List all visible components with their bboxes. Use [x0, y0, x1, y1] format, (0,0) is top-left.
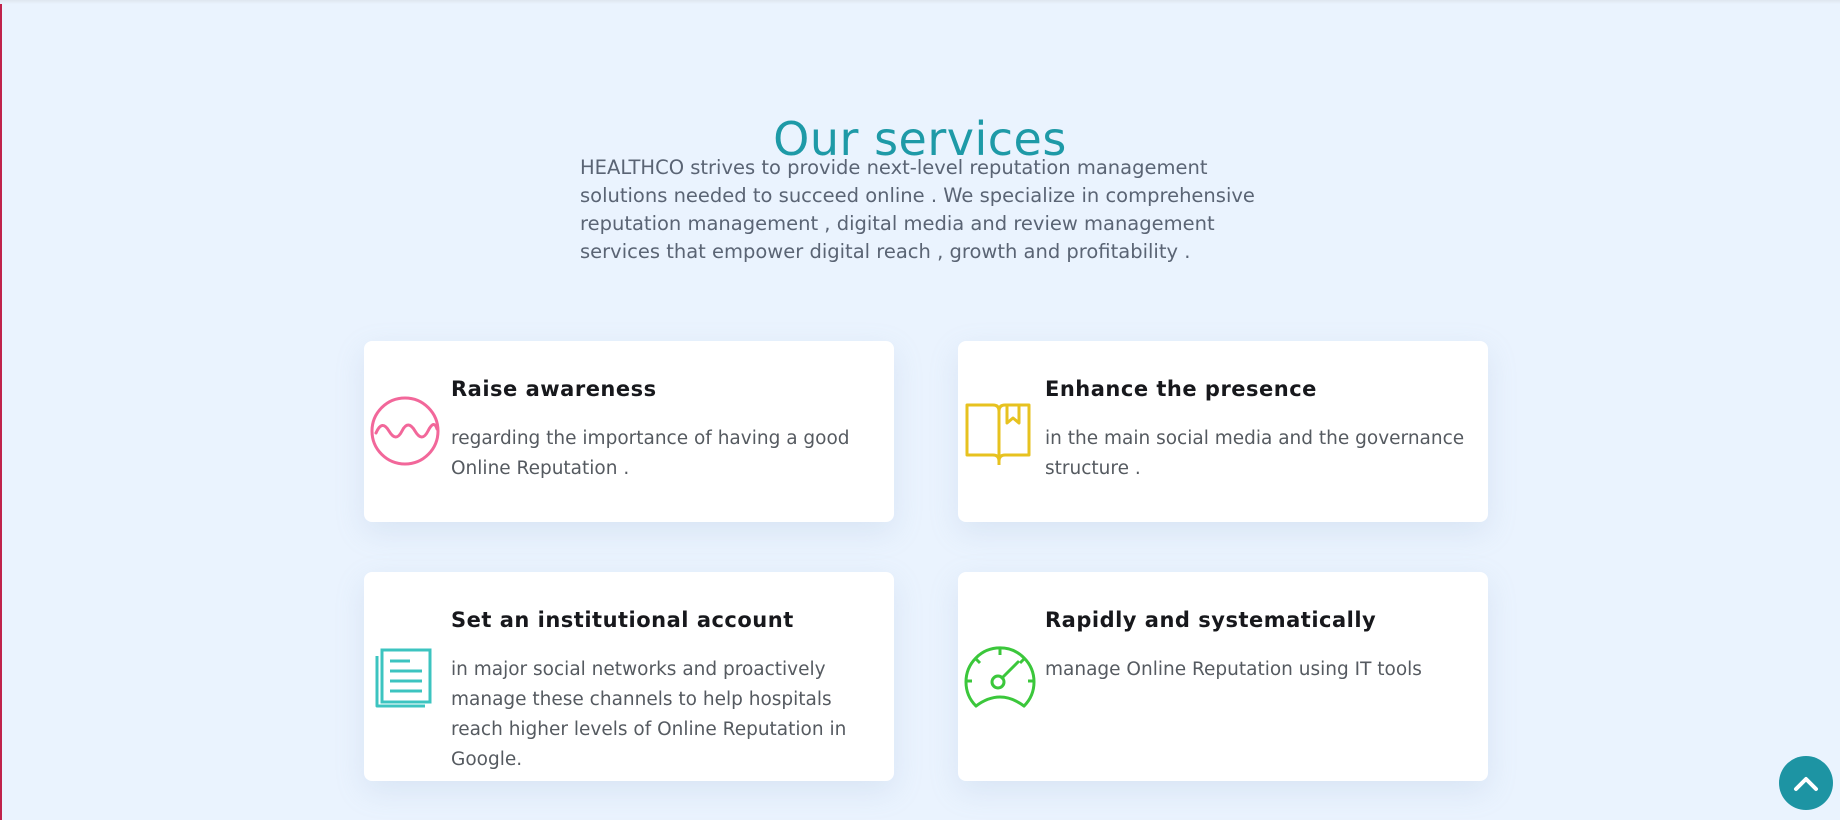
- service-title: Enhance the presence: [1045, 377, 1317, 401]
- header-shadow: [0, 0, 1840, 4]
- chevron-up-icon: [1794, 777, 1818, 791]
- wave-circle-icon: [369, 395, 441, 471]
- service-title: Raise awareness: [451, 377, 657, 401]
- service-description: in the main social media and the governa…: [1045, 428, 1465, 479]
- service-title: Set an institutional account: [451, 608, 794, 632]
- service-card-enhance-presence: Enhance the presence in the main social …: [958, 341, 1488, 522]
- document-icon: [369, 646, 433, 714]
- scroll-to-top-button[interactable]: [1779, 756, 1833, 810]
- service-card-rapidly-systematically: Rapidly and systematically manage Online…: [958, 572, 1488, 781]
- section-intro: HEALTHCO strives to provide next-level r…: [580, 156, 1255, 263]
- service-card-raise-awareness: Raise awareness regarding the importance…: [364, 341, 894, 522]
- book-icon: [963, 401, 1033, 469]
- service-description: regarding the importance of having a goo…: [451, 428, 850, 479]
- service-description: in major social networks and proactively…: [451, 659, 847, 770]
- service-title: Rapidly and systematically: [1045, 608, 1377, 632]
- speedometer-icon: [963, 646, 1037, 714]
- service-description: manage Online Reputation using IT tools: [1045, 659, 1422, 680]
- service-card-institutional-account: Set an institutional account in major so…: [364, 572, 894, 781]
